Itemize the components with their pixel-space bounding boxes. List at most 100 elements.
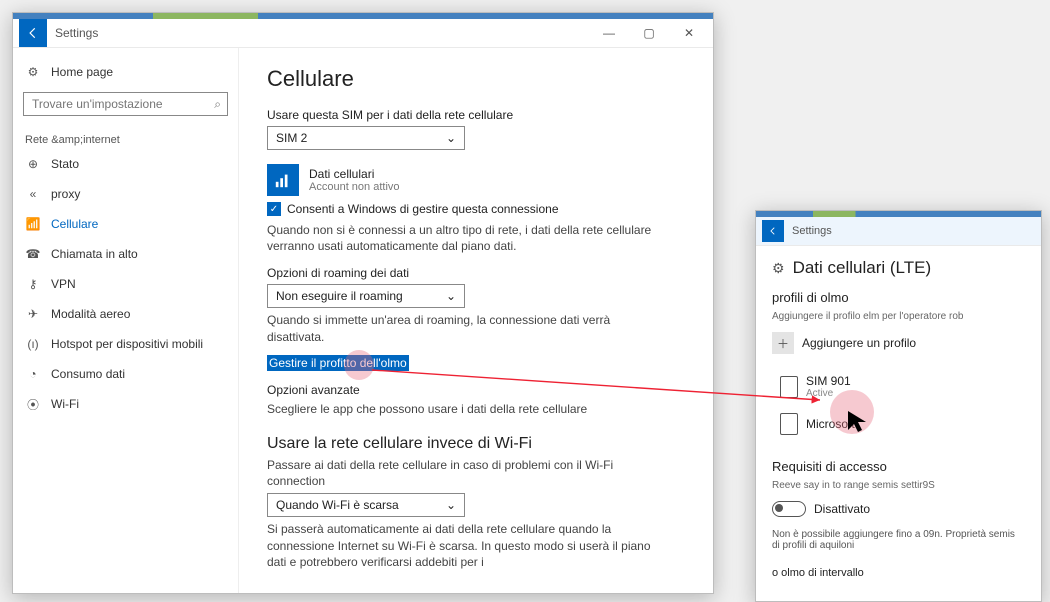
search-icon: ⌕: [214, 97, 221, 112]
page-title: Cellulare: [267, 66, 685, 92]
sidebar-home-label: Home page: [51, 65, 113, 79]
sidebar-item-status[interactable]: ⊕ Stato: [13, 150, 238, 178]
maximize-button[interactable]: ▢: [631, 21, 667, 45]
allow-windows-checkbox[interactable]: ✓ Consenti a Windows di gestire questa c…: [267, 202, 685, 216]
sim-icon: [780, 413, 798, 435]
settings-window: Settings — ▢ ✕ ⚙ Home page ⌕ Rete &amp;i…: [12, 12, 714, 594]
profiles-heading: profili di olmo: [772, 290, 1025, 305]
sidebar-item-wifi[interactable]: ⦿ Wi-Fi: [13, 390, 238, 418]
footer-text: o olmo di intervallo: [772, 567, 1025, 579]
wifi-icon: ⦿: [25, 396, 41, 412]
airplane-icon: ✈: [25, 306, 41, 322]
sim-status: Active: [806, 388, 851, 399]
phone-icon: ☎: [25, 246, 41, 262]
arrow-left-icon: [768, 226, 778, 236]
sim-select[interactable]: SIM 2 ⌄: [267, 126, 465, 150]
manage-esim-link[interactable]: Gestire il profitto dell'olmo: [267, 355, 409, 371]
wifi-fallback-title: Usare la rete cellulare invece di Wi-Fi: [267, 435, 685, 453]
nav-label: Cellulare: [51, 217, 98, 231]
roaming-value: Non eseguire il roaming: [276, 289, 403, 303]
waves-icon: «: [25, 186, 41, 202]
roaming-select[interactable]: Non eseguire il roaming ⌄: [267, 284, 465, 308]
checkbox-label: Consenti a Windows di gestire questa con…: [287, 202, 559, 216]
nav-label: Modalità aereo: [51, 307, 130, 321]
gear-icon: ⚙: [25, 64, 41, 80]
signal-icon: 📶: [25, 216, 41, 232]
sim-select-value: SIM 2: [276, 131, 307, 145]
page-title-text: Dati cellulari (LTE): [793, 258, 932, 278]
cellular-data-tile[interactable]: Dati cellulari Account non attivo: [267, 164, 685, 196]
main-pane: Cellulare Usare questa SIM per i dati de…: [239, 48, 713, 593]
allow-description: Quando non si è connessi a un altro tipo…: [267, 222, 667, 254]
sidebar-item-data-usage[interactable]: ◔ Consumo dati: [13, 360, 238, 388]
access-req-sub: Reeve say in to range semis settir9S: [772, 480, 1025, 491]
window-title: Settings: [792, 225, 832, 237]
sidebar-group-label: Rete &amp;internet: [13, 128, 238, 148]
add-profile-button[interactable]: ＋ Aggiungere un profilo: [772, 332, 1025, 354]
wifi-fallback-select[interactable]: Quando Wi-Fi è scarsa ⌄: [267, 493, 465, 517]
key-icon: ⚷: [25, 276, 41, 292]
access-req-heading: Requisiti di accesso: [772, 459, 1025, 474]
chart-icon: ◔: [25, 366, 41, 382]
nav-label: proxy: [51, 187, 80, 201]
roaming-label: Opzioni di roaming dei dati: [267, 266, 685, 280]
signal-bars-icon: [267, 164, 299, 196]
sidebar-item-cellular[interactable]: 📶 Cellulare: [13, 210, 238, 238]
wifi-fallback-value: Quando Wi-Fi è scarsa: [276, 498, 399, 512]
sidebar: ⚙ Home page ⌕ Rete &amp;internet ⊕ Stato…: [13, 48, 239, 593]
sim-select-label: Usare questa SIM per i dati della rete c…: [267, 108, 685, 122]
sidebar-item-proxy[interactable]: « proxy: [13, 180, 238, 208]
esim-main: ⚙ Dati cellulari (LTE) profili di olmo A…: [756, 246, 1041, 589]
checkmark-icon: ✓: [267, 202, 281, 216]
sidebar-item-airplane[interactable]: ✈ Modalità aereo: [13, 300, 238, 328]
wifi-fallback-text: Si passerà automaticamente ai dati della…: [267, 521, 667, 570]
access-toggle-row[interactable]: Disattivato: [772, 501, 1025, 517]
page-title: ⚙ Dati cellulari (LTE): [772, 258, 1025, 278]
nav-label: Stato: [51, 157, 79, 171]
arrow-left-icon: [26, 26, 40, 40]
search-input[interactable]: ⌕: [23, 92, 228, 116]
sim-profile-0[interactable]: SIM 901 Active: [780, 374, 1025, 399]
esim-window: Settings ⚙ Dati cellulari (LTE) profili …: [755, 210, 1042, 602]
minimize-button[interactable]: —: [591, 21, 627, 45]
titlebar[interactable]: Settings: [756, 217, 1041, 246]
apps-link[interactable]: Scegliere le app che possono usare i dat…: [267, 401, 667, 417]
nav-label: Hotspot per dispositivi mobili: [51, 337, 203, 351]
profiles-sub: Aggiungere il profilo elm per l'operator…: [772, 311, 1025, 322]
access-req-text: Non è possibile aggiungere fino a 09n. P…: [772, 529, 1025, 551]
chevron-down-icon: ⌄: [446, 131, 456, 145]
plus-icon: ＋: [772, 332, 794, 354]
window-accent: [756, 211, 1041, 217]
nav-label: VPN: [51, 277, 76, 291]
globe-icon: ⊕: [25, 156, 41, 172]
roaming-description: Quando si immette un'area di roaming, la…: [267, 312, 667, 344]
sidebar-home[interactable]: ⚙ Home page: [13, 58, 238, 86]
tile-title: Dati cellulari: [309, 167, 400, 181]
chevron-down-icon: ⌄: [446, 498, 456, 512]
chevron-down-icon: ⌄: [446, 289, 456, 303]
sim-icon: [780, 376, 798, 398]
search-field[interactable]: [30, 96, 214, 112]
sidebar-item-hotspot[interactable]: (ı) Hotspot per dispositivi mobili: [13, 330, 238, 358]
tile-sub: Account non attivo: [309, 181, 400, 193]
nav-label: Wi-Fi: [51, 397, 79, 411]
advanced-link[interactable]: Opzioni avanzate: [267, 383, 685, 397]
titlebar[interactable]: Settings — ▢ ✕: [13, 19, 713, 48]
gear-icon: ⚙: [772, 260, 785, 277]
nav-label: Chiamata in alto: [51, 247, 138, 261]
sidebar-item-vpn[interactable]: ⚷ VPN: [13, 270, 238, 298]
nav-label: Consumo dati: [51, 367, 125, 381]
back-button[interactable]: [19, 19, 47, 47]
window-accent: [13, 13, 713, 19]
toggle-off-icon[interactable]: [772, 501, 806, 517]
hotspot-icon: (ı): [25, 336, 41, 352]
sidebar-item-call[interactable]: ☎ Chiamata in alto: [13, 240, 238, 268]
close-button[interactable]: ✕: [671, 21, 707, 45]
add-profile-label: Aggiungere un profilo: [802, 336, 916, 350]
sim-profile-1[interactable]: Microsoft: [780, 413, 1025, 435]
window-title: Settings: [55, 26, 98, 40]
toggle-label: Disattivato: [814, 502, 870, 516]
sim-name: SIM 901: [806, 374, 851, 388]
back-button[interactable]: [762, 220, 784, 242]
wifi-fallback-desc: Passare ai dati della rete cellulare in …: [267, 457, 667, 489]
